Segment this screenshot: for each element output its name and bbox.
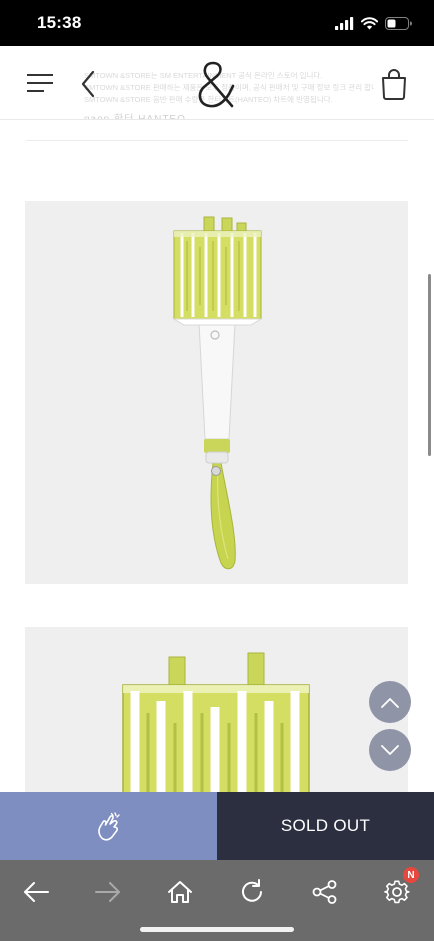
chevron-up-icon bbox=[381, 697, 399, 708]
purchase-action-bar: SOLD OUT bbox=[0, 792, 434, 860]
back-arrow-icon bbox=[24, 882, 49, 902]
lightstick-illustration bbox=[172, 216, 263, 570]
header: SMTOWN &STORE는 SM ENTERTAINMENT 공식 온라인 스… bbox=[0, 46, 434, 120]
sold-out-button[interactable]: SOLD OUT bbox=[217, 792, 434, 860]
notification-badge: N bbox=[402, 866, 420, 884]
page-scrollbar[interactable] bbox=[428, 274, 431, 456]
scroll-bottom-button[interactable] bbox=[369, 729, 411, 771]
home-icon bbox=[168, 881, 192, 903]
divider bbox=[26, 140, 408, 141]
shopping-bag-icon[interactable] bbox=[380, 68, 408, 100]
share-icon bbox=[312, 880, 337, 904]
chevron-down-icon bbox=[381, 744, 399, 755]
browser-refresh-button[interactable] bbox=[230, 870, 274, 914]
browser-home-button[interactable] bbox=[158, 870, 202, 914]
scroll-top-button[interactable] bbox=[369, 681, 411, 723]
back-chevron-icon[interactable] bbox=[80, 70, 96, 98]
browser-forward-button[interactable] bbox=[86, 870, 130, 914]
app-frame: 15:38 SMTOWN &STORE는 SM ENTERTAINMENT 공식… bbox=[0, 0, 434, 941]
refresh-icon bbox=[242, 879, 262, 902]
finger-heart-icon bbox=[97, 812, 120, 841]
product-image-lightstick-detail bbox=[25, 627, 408, 797]
forward-arrow-icon bbox=[95, 882, 120, 902]
browser-share-button[interactable] bbox=[303, 870, 347, 914]
like-button[interactable] bbox=[0, 792, 217, 860]
browser-settings-button[interactable]: N bbox=[375, 866, 420, 914]
status-time: 15:38 bbox=[37, 13, 82, 32]
home-indicator[interactable] bbox=[140, 927, 294, 932]
status-icons bbox=[335, 14, 412, 32]
product-image-lightstick bbox=[25, 201, 408, 584]
wifi-icon bbox=[361, 16, 378, 29]
status-bar: 15:38 bbox=[0, 0, 434, 46]
hamburger-menu-icon[interactable] bbox=[26, 72, 54, 94]
battery-icon bbox=[385, 16, 412, 30]
signal-icon bbox=[335, 16, 354, 30]
browser-back-button[interactable] bbox=[14, 870, 58, 914]
ampersand-logo[interactable] bbox=[196, 60, 240, 110]
faded-chart-logos: gaon 한터 HANTEO bbox=[84, 114, 186, 120]
lightstick-head-closeup bbox=[122, 652, 310, 797]
